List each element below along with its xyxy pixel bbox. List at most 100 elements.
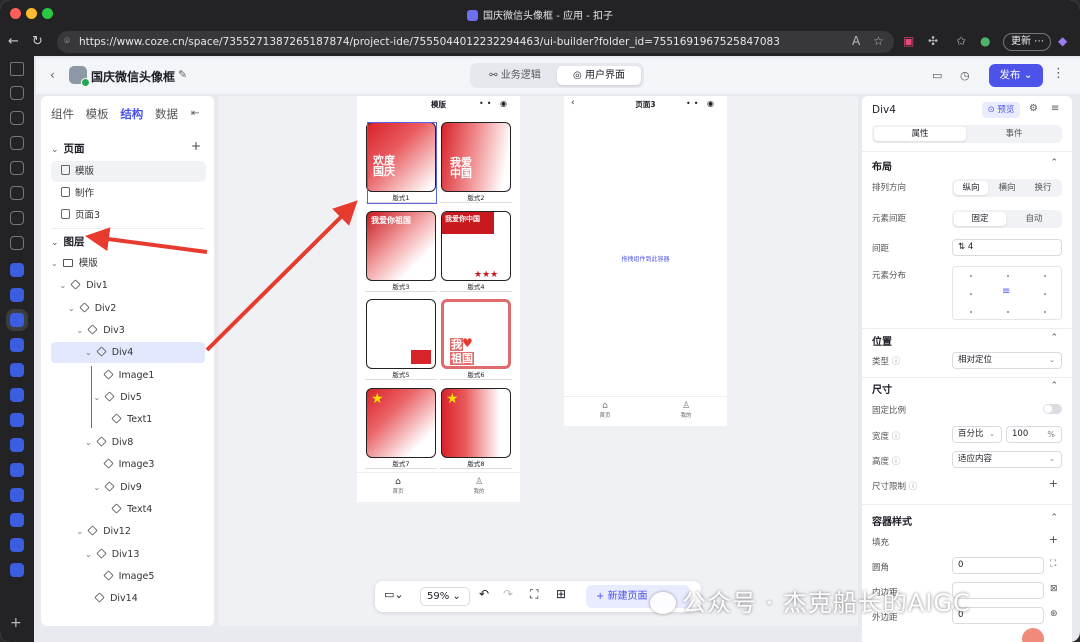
tab-home[interactable]: ⌂ 首页 — [390, 477, 406, 495]
tab-templates[interactable]: 模板 — [86, 107, 109, 121]
coze-tab-icon-3[interactable] — [10, 338, 24, 352]
alignment-grid[interactable]: ≡ — [952, 266, 1062, 320]
layer-item[interactable]: ⌄ 模版 — [51, 253, 98, 274]
collapse-panel-icon[interactable]: ≡ — [1051, 103, 1059, 114]
preview-button[interactable]: ⊙ 预览 — [982, 102, 1020, 118]
extension-icon[interactable]: ▣ — [903, 34, 914, 48]
tab-components[interactable]: 组件 — [51, 107, 74, 121]
coze-tab-icon-9[interactable] — [10, 488, 24, 502]
layer-item[interactable]: Text4 — [102, 499, 152, 520]
add-page-plus-icon[interactable]: + — [191, 139, 201, 153]
tab-icon-2[interactable] — [10, 111, 24, 125]
copilot-icon[interactable]: ◆ — [1058, 34, 1067, 48]
undo-icon[interactable]: ↶ — [479, 587, 489, 601]
layer-item[interactable]: ⌄ Div5 — [94, 387, 142, 408]
design-canvas[interactable]: 模版 •• ◉ 欢度国庆 版式1 我爱中国 版式2 我爱你祖国 版式3 我爱你中国 ★★★ 版式… — [219, 96, 858, 626]
gap-input[interactable]: ⇅ 4 — [952, 239, 1062, 256]
publish-button[interactable]: 发布 ⌄ — [989, 64, 1043, 87]
tab-icon-1[interactable] — [10, 86, 24, 100]
add-size-limit-plus-icon[interactable]: + — [1049, 477, 1058, 490]
phone-preview-page3[interactable]: ‹ 页面3 •• ◉ 拖拽组件到此容器 ⌂ 首页 ♙ 我的 — [564, 96, 727, 426]
layer-item[interactable]: ⌄ Div8 — [85, 432, 133, 453]
coze-tab-icon-6[interactable] — [10, 413, 24, 427]
coze-tab-icon-12[interactable] — [10, 563, 24, 577]
new-tab-plus-icon[interactable]: + — [10, 616, 24, 630]
read-aloud-icon[interactable]: A — [852, 34, 860, 48]
tab-icon-7[interactable] — [10, 236, 24, 250]
template-card-image[interactable]: 我爱你中国 ★★★ — [441, 210, 511, 281]
tab-events[interactable]: 事件 — [968, 127, 1060, 141]
coze-tab-icon-active[interactable] — [10, 313, 24, 327]
address-bar[interactable]: ⌾ https://www.coze.cn/space/7355271387265… — [57, 31, 894, 53]
layer-item[interactable]: ⌄ Div4 — [85, 342, 133, 363]
chevron-down-icon[interactable]: ⌄ — [85, 550, 92, 559]
chevron-down-icon[interactable]: ⌄ — [68, 304, 75, 313]
redo-icon[interactable]: ↷ — [503, 587, 513, 601]
grid-view-icon[interactable]: ⊞ — [556, 587, 566, 601]
tab-data[interactable]: 数据 — [155, 107, 178, 121]
pages-section[interactable]: ⌄ 页面 — [51, 141, 85, 156]
fixed-ratio-toggle[interactable] — [1043, 404, 1062, 414]
spacing-fixed[interactable]: 固定 — [954, 212, 1006, 226]
direction-wrap[interactable]: 换行 — [1026, 181, 1060, 195]
chevron-down-icon[interactable]: ⌄ — [85, 438, 92, 447]
collapse-chevron-icon[interactable]: ⌃ — [1050, 513, 1058, 523]
layers-section[interactable]: ⌄ 图层 — [51, 234, 85, 249]
preview-device-icon[interactable]: ▭ — [932, 69, 942, 82]
margin-expand-icon[interactable]: ⊛ — [1050, 609, 1058, 619]
layer-item[interactable]: ⌄ Div12 — [77, 521, 131, 542]
favorite-star-icon[interactable]: ☆ — [873, 34, 884, 48]
direction-vertical[interactable]: 纵向 — [954, 181, 988, 195]
coze-tab-icon-1[interactable] — [10, 263, 24, 277]
layer-item[interactable]: ⌄ Div2 — [68, 298, 116, 319]
page-item-page3[interactable]: 页面3 — [51, 205, 206, 226]
layer-item[interactable]: Text1 — [102, 409, 152, 430]
direction-horizontal[interactable]: 横向 — [990, 181, 1024, 195]
favorites-icon[interactable]: ✩ — [956, 34, 966, 48]
chevron-down-icon[interactable]: ⌄ — [85, 348, 92, 357]
device-select-icon[interactable]: ▭⌄ — [384, 588, 404, 601]
fit-screen-icon[interactable]: ⛶ — [530, 587, 538, 602]
page-item-template[interactable]: 模版 — [51, 161, 206, 182]
template-card-image[interactable]: ★ — [366, 387, 436, 458]
mode-user-interface[interactable]: ◎ 用户界面 — [557, 66, 641, 85]
width-input[interactable]: 100% — [1006, 426, 1062, 443]
history-icon[interactable]: ◷ — [960, 69, 970, 82]
mode-business-logic[interactable]: ⚯ 业务逻辑 — [473, 66, 557, 85]
chevron-down-icon[interactable]: ⌄ — [94, 483, 101, 492]
collapse-chevron-icon[interactable]: ⌃ — [1050, 333, 1058, 343]
layer-item[interactable]: Div14 — [85, 588, 138, 609]
radius-input[interactable]: 0 — [952, 557, 1044, 574]
padding-expand-icon[interactable]: ⊠ — [1050, 584, 1058, 594]
coze-tab-icon-5[interactable] — [10, 388, 24, 402]
collapse-chevron-icon[interactable]: ⌃ — [1050, 158, 1058, 168]
template-card-image[interactable]: 我 ♥ 祖国 — [441, 299, 511, 369]
update-button[interactable]: 更新 ⋯ — [1003, 33, 1051, 51]
zoom-select[interactable]: 59% ⌄ — [420, 587, 470, 606]
template-card-image[interactable]: 我爱中国 — [441, 122, 511, 192]
tab-icon-5[interactable] — [10, 186, 24, 200]
chevron-down-icon[interactable]: ⌄ — [77, 326, 84, 335]
tab-mine[interactable]: ♙ 我的 — [471, 477, 487, 495]
layer-item[interactable]: Image1 — [94, 365, 154, 386]
tab-icon-6[interactable] — [10, 211, 24, 225]
page-item-make[interactable]: 制作 — [51, 183, 206, 204]
tab-attributes[interactable]: 属性 — [874, 127, 966, 141]
corner-expand-icon[interactable]: ⛶ — [1050, 559, 1056, 569]
layer-item[interactable]: ⌄ Div3 — [77, 320, 125, 341]
chevron-down-icon[interactable]: ⌄ — [60, 281, 67, 290]
coze-tab-icon-11[interactable] — [10, 538, 24, 552]
add-fill-plus-icon[interactable]: + — [1049, 533, 1058, 546]
coze-tab-icon-2[interactable] — [10, 288, 24, 302]
chevron-down-icon[interactable]: ⌄ — [94, 393, 101, 402]
edit-project-icon[interactable]: ✎ — [178, 68, 187, 81]
site-info-icon[interactable]: ⌾ — [64, 31, 70, 53]
coze-tab-icon-10[interactable] — [10, 513, 24, 527]
chevron-down-icon[interactable]: ⌄ — [51, 259, 58, 268]
more-icon[interactable]: ⋮ — [1052, 66, 1065, 81]
coze-tab-icon-4[interactable] — [10, 363, 24, 377]
extensions-puzzle-icon[interactable]: ✣ — [928, 34, 938, 48]
sidebar-toggle-icon[interactable] — [10, 62, 24, 76]
layer-item[interactable]: ⌄ Div9 — [94, 477, 142, 498]
spacing-auto[interactable]: 自动 — [1008, 212, 1060, 226]
